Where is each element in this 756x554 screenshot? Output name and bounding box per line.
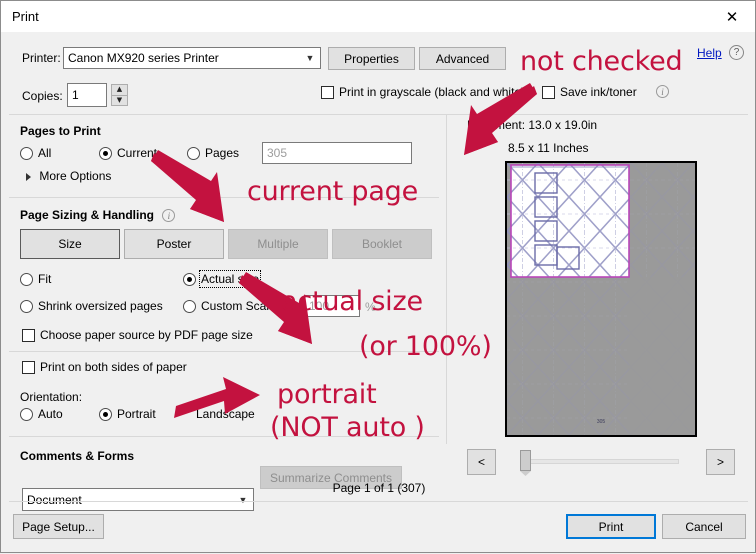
annotation-not-checked: not checked	[520, 46, 683, 77]
annotation-portrait-2: (NOT auto )	[270, 412, 425, 443]
vertical-divider	[446, 114, 447, 444]
printer-select-value: Canon MX920 series Printer	[68, 51, 219, 65]
save-ink-checkbox[interactable]: Save ink/toner	[542, 85, 637, 99]
radio-all-label: All	[38, 146, 52, 160]
title-bar: Print ✕	[1, 1, 755, 32]
radio-mark	[183, 272, 196, 286]
radio-actual-size-label: Actual size	[198, 270, 262, 288]
info-icon[interactable]: i	[162, 209, 176, 223]
radio-auto[interactable]: Auto	[20, 407, 63, 421]
page-status-label: Page 1 of 1 (307)	[332, 481, 426, 495]
pages-input[interactable]: 305	[262, 142, 412, 164]
checkbox-mark	[542, 85, 555, 99]
divider	[9, 114, 748, 115]
printer-label: Printer:	[22, 51, 61, 65]
radio-all[interactable]: All	[20, 146, 51, 160]
print-button[interactable]: Print	[566, 514, 656, 539]
pages-to-print-heading: Pages to Print	[20, 124, 101, 138]
radio-mark	[99, 407, 112, 421]
copies-input-value: 1	[72, 88, 79, 102]
more-options-toggle[interactable]: More Options	[26, 169, 111, 183]
radio-fit[interactable]: Fit	[20, 272, 51, 286]
checkbox-mark	[22, 328, 35, 342]
page-slider-thumb[interactable]	[520, 450, 531, 471]
radio-mark	[187, 146, 200, 160]
radio-mark	[99, 146, 112, 160]
radio-current[interactable]: Current	[99, 146, 157, 160]
annotation-portrait: portrait	[277, 379, 377, 410]
page-title: Print	[12, 9, 39, 24]
next-page-button[interactable]: >	[706, 449, 735, 475]
radio-landscape-label: Landscape	[196, 407, 255, 421]
annotation-actual-size: actual size	[281, 286, 423, 317]
comments-forms-heading: Comments & Forms	[20, 449, 135, 463]
radio-pages-label: Pages	[205, 146, 240, 160]
page-number-stamp: 305	[597, 419, 606, 425]
print-dialog: Print ✕ Printer: Canon MX920 series Prin…	[0, 0, 756, 553]
annotation-actual-size-2: (or 100%)	[359, 331, 492, 362]
properties-button[interactable]: Properties	[328, 47, 415, 70]
radio-shrink-oversized[interactable]: Shrink oversized pages	[20, 299, 163, 313]
pages-input-value: 305	[267, 146, 288, 160]
help-link[interactable]: Help	[697, 46, 722, 60]
page-preview[interactable]: 305	[505, 161, 697, 437]
orientation-label: Orientation:	[20, 390, 83, 404]
cancel-button[interactable]: Cancel	[662, 514, 746, 539]
triangle-right-icon	[26, 172, 31, 181]
advanced-button[interactable]: Advanced	[419, 47, 506, 70]
radio-shrink-label: Shrink oversized pages	[38, 299, 163, 313]
divider	[9, 501, 748, 502]
checkbox-mark	[22, 360, 35, 374]
chevron-up-icon[interactable]: ▲	[111, 84, 128, 95]
size-button[interactable]: Size	[20, 229, 120, 259]
paper-source-label: Choose paper source by PDF page size	[40, 328, 253, 342]
both-sides-checkbox[interactable]: Print on both sides of paper	[22, 360, 187, 374]
copies-input[interactable]: 1	[67, 83, 107, 107]
page-slider-track[interactable]	[521, 459, 679, 464]
radio-mark	[20, 272, 33, 286]
radio-actual-size[interactable]: Actual size	[183, 270, 262, 288]
grayscale-checkbox-label: Print in grayscale (black and white)	[339, 85, 526, 99]
radio-custom-scale-label: Custom Scale:	[201, 299, 280, 313]
radio-pages[interactable]: Pages	[187, 146, 239, 160]
question-mark-icon[interactable]: ?	[729, 45, 744, 60]
radio-mark	[183, 299, 196, 313]
close-icon[interactable]: ✕	[709, 1, 755, 32]
document-size-label: Document: 13.0 x 19.0in	[467, 118, 598, 132]
copies-label: Copies:	[22, 89, 63, 103]
radio-portrait[interactable]: Portrait	[99, 407, 156, 421]
printer-select[interactable]: Canon MX920 series Printer ▼	[63, 47, 321, 69]
radio-mark	[20, 146, 33, 160]
more-options-label: More Options	[39, 169, 112, 183]
grayscale-checkbox[interactable]: Print in grayscale (black and white)	[321, 85, 525, 99]
radio-mark	[20, 299, 33, 313]
page-sizing-heading-row: Page Sizing & Handling i	[20, 208, 176, 223]
prev-page-button[interactable]: <	[467, 449, 496, 475]
both-sides-label: Print on both sides of paper	[40, 360, 187, 374]
chevron-down-icon: ▼	[305, 53, 315, 63]
radio-landscape[interactable]: Landscape	[191, 407, 255, 421]
page-setup-button[interactable]: Page Setup...	[13, 514, 104, 539]
radio-auto-label: Auto	[38, 407, 63, 421]
poster-button[interactable]: Poster	[124, 229, 224, 259]
radio-fit-label: Fit	[38, 272, 52, 286]
radio-mark	[20, 407, 33, 421]
radio-current-label: Current	[117, 146, 158, 160]
page-sizing-heading: Page Sizing & Handling	[20, 208, 155, 222]
cad-drawing: 305	[507, 163, 695, 435]
radio-portrait-label: Portrait	[117, 407, 156, 421]
paper-source-checkbox[interactable]: Choose paper source by PDF page size	[22, 328, 253, 342]
multiple-button[interactable]: Multiple	[228, 229, 328, 259]
annotation-current-page: current page	[247, 176, 419, 207]
copies-stepper[interactable]: ▲ ▼	[111, 84, 128, 106]
checkbox-mark	[321, 85, 334, 99]
info-icon[interactable]: i	[656, 85, 669, 98]
chevron-down-icon[interactable]: ▼	[111, 94, 128, 106]
paper-size-label: 8.5 x 11 Inches	[508, 141, 589, 155]
radio-custom-scale[interactable]: Custom Scale:	[183, 299, 279, 313]
booklet-button[interactable]: Booklet	[332, 229, 432, 259]
save-ink-checkbox-label: Save ink/toner	[560, 85, 637, 99]
